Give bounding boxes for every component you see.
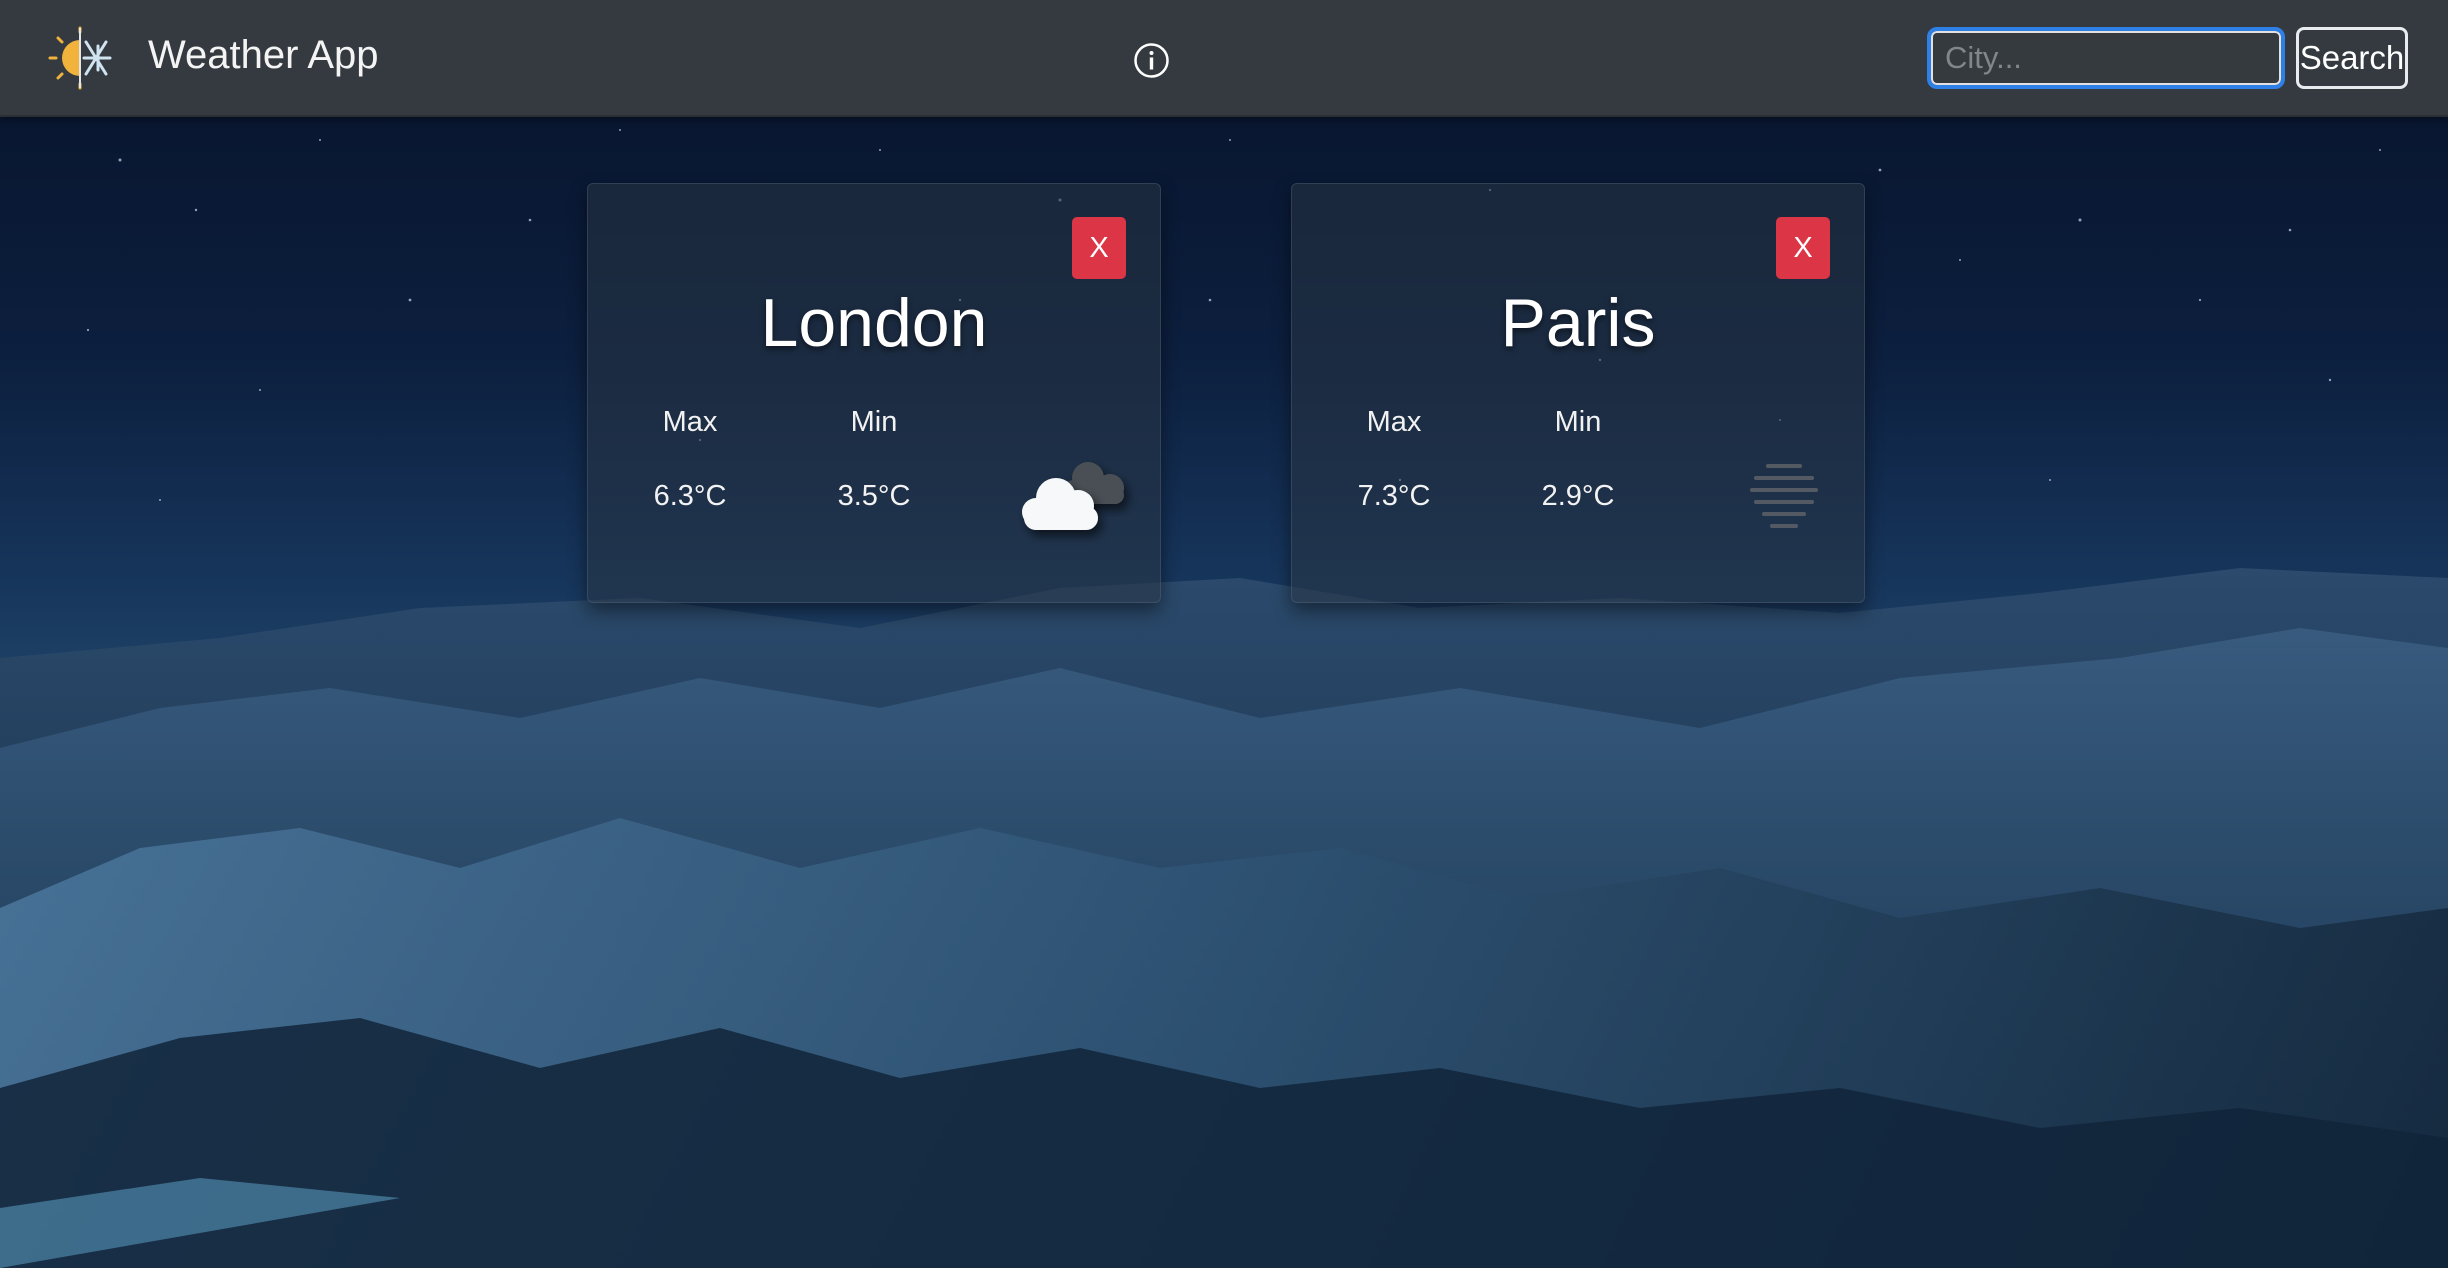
info-icon[interactable]: [1133, 42, 1170, 79]
min-label: Min: [850, 406, 898, 438]
city-name: London: [760, 285, 988, 361]
min-temp: 2.9°C: [1541, 480, 1615, 512]
weather-card-paris: X Paris Max Min 7.3°C 2.9°C: [1291, 183, 1865, 603]
max-temp: 6.3°C: [653, 480, 727, 512]
search-button[interactable]: Search: [2296, 27, 2408, 89]
sun-snowflake-icon: [48, 26, 112, 90]
min-label: Min: [1554, 406, 1602, 438]
city-search-input[interactable]: [1927, 27, 2285, 89]
app-title: Weather App: [148, 33, 379, 77]
mist-icon: [1750, 464, 1818, 528]
remove-card-button[interactable]: X: [1072, 217, 1126, 279]
max-label: Max: [1366, 406, 1422, 438]
max-label: Max: [662, 406, 718, 438]
background-landscape: [0, 0, 2448, 1268]
max-temp: 7.3°C: [1357, 480, 1431, 512]
remove-card-button[interactable]: X: [1776, 217, 1830, 279]
city-name: Paris: [1500, 285, 1656, 361]
min-temp: 3.5°C: [837, 480, 911, 512]
cloudy-icon: [1022, 462, 1124, 530]
navbar: Weather App Search: [0, 0, 2448, 117]
mountain-range: [0, 568, 2448, 1268]
weather-card-london: X London Max Min 6.3°C 3.5°C: [587, 183, 1161, 603]
